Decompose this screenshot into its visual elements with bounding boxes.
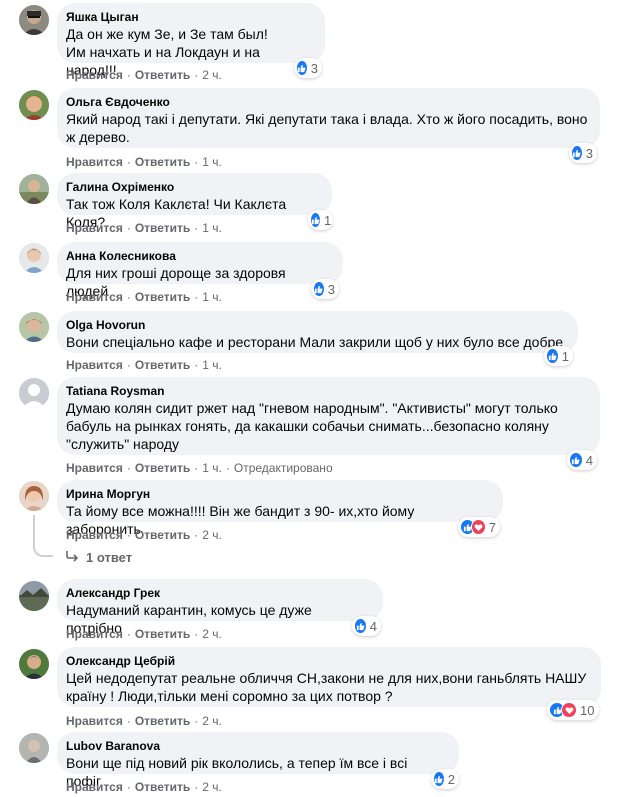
comment-author[interactable]: Галина Охріменко bbox=[66, 180, 320, 194]
comment-actions: Нравится · Ответить · 1 ч. bbox=[66, 155, 222, 169]
comment-bubble: Александр Грек Надуманий карантин, комус… bbox=[57, 579, 383, 636]
like-reaction-icon bbox=[296, 60, 308, 76]
reply-button[interactable]: Ответить bbox=[135, 68, 190, 82]
reply-button[interactable]: Ответить bbox=[135, 358, 190, 372]
avatar[interactable] bbox=[19, 312, 49, 342]
reactions-count[interactable]: 2 bbox=[431, 769, 459, 789]
like-button[interactable]: Нравится bbox=[66, 780, 123, 794]
love-reaction-icon bbox=[561, 702, 577, 718]
like-reaction-icon bbox=[354, 618, 367, 634]
like-reaction-icon bbox=[433, 771, 445, 787]
avatar[interactable] bbox=[19, 378, 49, 408]
like-button[interactable]: Нравится bbox=[66, 290, 123, 304]
comment-author[interactable]: Lubov Baranova bbox=[66, 739, 447, 753]
reactions-count[interactable]: 3 bbox=[294, 58, 322, 78]
avatar[interactable] bbox=[19, 581, 49, 611]
view-replies-link[interactable]: 1 ответ bbox=[66, 550, 132, 565]
comment-timestamp[interactable]: 2 ч. bbox=[202, 780, 222, 794]
like-button[interactable]: Нравится bbox=[66, 714, 123, 728]
comment-actions: Нравится · Ответить · 1 ч. bbox=[66, 290, 222, 304]
comment-text: Вони спеціально кафе и ресторани Мали за… bbox=[66, 334, 564, 350]
comment-author[interactable]: Яшка Цыган bbox=[66, 10, 313, 24]
like-button[interactable]: Нравится bbox=[66, 155, 123, 169]
avatar[interactable] bbox=[19, 649, 49, 679]
comment-timestamp[interactable]: 1 ч. bbox=[202, 358, 222, 372]
comment-timestamp[interactable]: 1 ч. bbox=[202, 221, 222, 235]
reply-button[interactable]: Ответить bbox=[135, 290, 190, 304]
comment-actions: Нравится · Ответить · 1 ч. bbox=[66, 358, 222, 372]
comment-bubble: Анна Колесникова Для них гроші дороще за… bbox=[57, 242, 343, 299]
reply-button[interactable]: Ответить bbox=[135, 714, 190, 728]
like-button[interactable]: Нравится bbox=[66, 461, 123, 475]
reactions-count[interactable]: 4 bbox=[567, 450, 597, 470]
like-button[interactable]: Нравится bbox=[66, 627, 123, 641]
reply-arrow-icon bbox=[66, 550, 80, 565]
comment-actions: Нравится · Ответить · 2 ч. bbox=[66, 68, 222, 82]
comment-timestamp[interactable]: 2 ч. bbox=[202, 627, 222, 641]
comment-bubble: Ольга Євдоченко Який народ такі і депута… bbox=[57, 88, 600, 148]
love-reaction-icon bbox=[470, 519, 486, 535]
reactions-count[interactable]: 4 bbox=[352, 616, 381, 636]
like-reaction-icon bbox=[546, 348, 559, 364]
avatar[interactable] bbox=[19, 243, 49, 273]
comment-author[interactable]: Olga Hovorun bbox=[66, 318, 566, 332]
reply-button[interactable]: Ответить bbox=[135, 528, 190, 542]
avatar[interactable] bbox=[19, 90, 49, 120]
comment-actions: Нравится · Ответить · 1 ч. · Отредактировано bbox=[66, 461, 333, 475]
reactions-count[interactable]: 3 bbox=[311, 279, 339, 299]
comment-actions: Нравится · Ответить · 2 ч. bbox=[66, 528, 222, 542]
comment-actions: Нравится · Ответить · 2 ч. bbox=[66, 780, 222, 794]
comment-bubble: Яшка Цыган Да он же кум Зе, и Зе там был… bbox=[57, 3, 325, 78]
reply-button[interactable]: Ответить bbox=[135, 627, 190, 641]
reply-button[interactable]: Ответить bbox=[135, 221, 190, 235]
thread-connector bbox=[33, 515, 53, 557]
comment-timestamp[interactable]: 1 ч. bbox=[202, 155, 222, 169]
comment-timestamp[interactable]: 1 ч. bbox=[202, 290, 222, 304]
reply-button[interactable]: Ответить bbox=[135, 461, 190, 475]
comment-timestamp[interactable]: 2 ч. bbox=[202, 528, 222, 542]
comment-author[interactable]: Анна Колесникова bbox=[66, 249, 331, 263]
comment-text: Який народ такі і депутати. Які депутати… bbox=[66, 111, 588, 145]
comment-author[interactable]: Александр Грек bbox=[66, 586, 371, 600]
like-button[interactable]: Нравится bbox=[66, 68, 123, 82]
like-reaction-icon bbox=[313, 281, 325, 297]
like-button[interactable]: Нравится bbox=[66, 358, 123, 372]
reactions-count[interactable]: 10 bbox=[547, 700, 599, 720]
comment-author[interactable]: Ирина Моргун bbox=[66, 487, 491, 501]
avatar[interactable] bbox=[19, 481, 49, 511]
edited-label: Отредактировано bbox=[233, 461, 333, 475]
comment-actions: Нравится · Ответить · 2 ч. bbox=[66, 627, 222, 641]
comment-text: Думаю колян сидит ржет над "гневом народ… bbox=[66, 400, 558, 452]
reactions-count[interactable]: 1 bbox=[544, 346, 573, 366]
avatar[interactable] bbox=[19, 5, 49, 35]
like-button[interactable]: Нравится bbox=[66, 528, 123, 542]
avatar[interactable] bbox=[19, 174, 49, 204]
comment-actions: Нравится · Ответить · 2 ч. bbox=[66, 714, 222, 728]
avatar[interactable] bbox=[19, 733, 49, 763]
reply-button[interactable]: Ответить bbox=[135, 780, 190, 794]
comment-author[interactable]: Tatiana Roysman bbox=[66, 384, 588, 398]
comment-bubble: Олександр Цебрій Цей недодепутат реальне… bbox=[57, 647, 601, 707]
reactions-count[interactable]: 7 bbox=[458, 517, 500, 537]
like-reaction-icon bbox=[569, 452, 583, 468]
like-reaction-icon bbox=[310, 212, 321, 228]
comment-author[interactable]: Олександр Цебрій bbox=[66, 654, 589, 668]
reactions-count[interactable]: 3 bbox=[569, 143, 597, 163]
reactions-count[interactable]: 1 bbox=[308, 210, 333, 230]
comment-bubble: Tatiana Roysman Думаю колян сидит ржет н… bbox=[57, 377, 600, 455]
comment-bubble: Галина Охріменко Так тож Коля Каклєта! Ч… bbox=[57, 173, 332, 230]
comment-timestamp[interactable]: 2 ч. bbox=[202, 714, 222, 728]
comment-bubble: Lubov Baranova Вони ще під новий рік вко… bbox=[57, 732, 459, 789]
comment-timestamp[interactable]: 1 ч. bbox=[202, 461, 222, 475]
reply-button[interactable]: Ответить bbox=[135, 155, 190, 169]
like-reaction-icon bbox=[571, 145, 583, 161]
comment-bubble: Olga Hovorun Вони спеціально кафе и рест… bbox=[57, 311, 578, 353]
comment-bubble: Ирина Моргун Та йому все можна!!!! Він ж… bbox=[57, 480, 503, 537]
comment-timestamp[interactable]: 2 ч. bbox=[202, 68, 222, 82]
comment-actions: Нравится · Ответить · 1 ч. bbox=[66, 221, 222, 235]
like-button[interactable]: Нравится bbox=[66, 221, 123, 235]
comment-author[interactable]: Ольга Євдоченко bbox=[66, 95, 588, 109]
comment-text: Цей недодепутат реальне обличчя СН,закон… bbox=[66, 670, 587, 704]
